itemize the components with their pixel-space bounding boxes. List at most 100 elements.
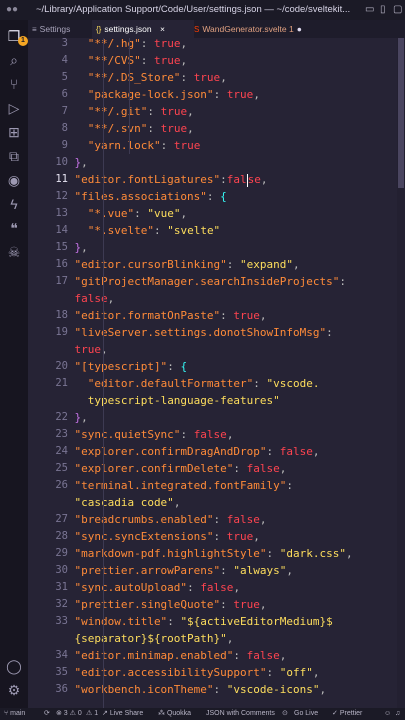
setting-value: true: [173, 139, 201, 152]
code-line[interactable]: 23 "sync.quietSync": false,: [28, 426, 397, 443]
code-line[interactable]: 12 "files.associations": {: [28, 188, 397, 205]
code-line[interactable]: 10},: [28, 154, 397, 171]
code-line[interactable]: 26 "terminal.integrated.fontFamily":: [28, 477, 397, 494]
code-line[interactable]: false,: [28, 290, 397, 307]
code-line[interactable]: 33 "window.title": "${activeEditorMedium}…: [28, 613, 397, 630]
code-line[interactable]: 20 "[typescript]": {: [28, 358, 397, 375]
explorer-icon[interactable]: ❐ 1: [4, 26, 28, 46]
line-number: 17: [55, 275, 68, 287]
source-control-icon[interactable]: ⑂: [4, 74, 24, 94]
github-icon[interactable]: ◉: [4, 170, 24, 190]
go-live-status[interactable]: Go Live: [294, 708, 318, 720]
punctuation: :: [213, 530, 227, 543]
tab-settings[interactable]: ≡ Settings: [28, 20, 96, 38]
code-line[interactable]: 24 "explorer.confirmDragAndDrop": false,: [28, 443, 397, 460]
close-icon[interactable]: ×: [160, 24, 165, 34]
code-line[interactable]: 3 "**/.hg": true,: [28, 38, 397, 52]
punctuation: ,: [107, 292, 115, 305]
code-line[interactable]: 19 "liveServer.settings.donotShowInfoMsg"…: [28, 324, 397, 341]
quokka-status[interactable]: ⁂ Quokka: [158, 708, 191, 720]
quote-icon[interactable]: ❝: [4, 218, 24, 238]
code-text: "editor.accessibilitySupport": "off",: [74, 664, 319, 681]
branch-status[interactable]: ⑂ main: [4, 708, 25, 720]
vertical-scrollbar[interactable]: [397, 38, 405, 708]
code-line[interactable]: true,: [28, 341, 397, 358]
punctuation: :: [233, 649, 247, 662]
live-share-label: Live Share: [109, 710, 144, 717]
code-line[interactable]: 30 "prettier.arrowParens": "always",: [28, 562, 397, 579]
remote-icon[interactable]: ⧉: [4, 146, 24, 166]
setting-value: "off": [279, 666, 313, 679]
code-line[interactable]: 34 "editor.minimap.enabled": false,: [28, 647, 397, 664]
sync-icon[interactable]: ⟳: [44, 708, 50, 720]
code-line[interactable]: 8 "**/.svn": true,: [28, 120, 397, 137]
punctuation: ,: [259, 513, 267, 526]
code-line[interactable]: 29 "markdown-pdf.highlightStyle": "dark.c…: [28, 545, 397, 562]
punctuation: ,: [286, 564, 294, 577]
code-line[interactable]: 18 "editor.formatOnPaste": true,: [28, 307, 397, 324]
code-line[interactable]: 4 "**/CVS": true,: [28, 52, 397, 69]
setting-value: true: [233, 598, 260, 611]
code-line[interactable]: 22},: [28, 409, 397, 426]
settings-gear-icon[interactable]: ⚙: [4, 680, 24, 700]
code-line[interactable]: 36 "workbench.iconTheme": "vscode-icons",: [28, 681, 397, 698]
ghost-icon[interactable]: ☠: [4, 242, 24, 262]
language-mode[interactable]: JSON with Comments: [206, 708, 275, 720]
code-line[interactable]: 7 "**/.git": true,: [28, 103, 397, 120]
live-share-status[interactable]: ↗ Live Share: [102, 708, 143, 720]
code-line[interactable]: 17 "gitProjectManager.searchInsideProject…: [28, 273, 397, 290]
code-line[interactable]: 21 "editor.defaultFormatter": "vscode.: [28, 375, 397, 392]
setting-value: "expand": [240, 258, 294, 271]
punctuation: :: [213, 683, 227, 696]
code-line[interactable]: typescript-language-features": [28, 392, 397, 409]
tab-wandgenerator[interactable]: S WandGenerator.svelte 1 ●: [190, 20, 334, 38]
code-line[interactable]: 35 "editor.accessibilitySupport": "off",: [28, 664, 397, 681]
line-number: 15: [55, 241, 68, 253]
code-line[interactable]: 5 "**/.DS_Store": true,: [28, 69, 397, 86]
code-line[interactable]: 16 "editor.cursorBlinking": "expand",: [28, 256, 397, 273]
code-line[interactable]: "cascadia code",: [28, 494, 397, 511]
code-line[interactable]: 6 "package-lock.json": true,: [28, 86, 397, 103]
code-line[interactable]: 25 "explorer.confirmDelete": false,: [28, 460, 397, 477]
tab-settings-json[interactable]: {} settings.json ×: [92, 20, 194, 38]
setting-key: "editor.fontLigatures": [74, 173, 221, 186]
extensions-icon[interactable]: ⊞: [4, 122, 24, 142]
window-controls[interactable]: ●●: [6, 0, 18, 20]
notifications-icon[interactable]: ♫: [395, 708, 400, 720]
code-text: "explorer.confirmDelete": false,: [74, 460, 286, 477]
layout-icon[interactable]: ▭: [365, 0, 374, 20]
setting-key: "prettier.arrowParens": [74, 564, 221, 577]
code-line[interactable]: 32 "prettier.singleQuote": true,: [28, 596, 397, 613]
code-line[interactable]: 15},: [28, 239, 397, 256]
prettier-status[interactable]: ✓ Prettier: [332, 708, 362, 720]
code-line[interactable]: 9 "yarn.lock": true: [28, 137, 397, 154]
code-line[interactable]: 11 "editor.fontLigatures":false,: [28, 171, 397, 188]
code-line[interactable]: {separator}${rootPath}",: [28, 630, 397, 647]
code-text: "editor.defaultFormatter": "vscode.: [88, 375, 320, 392]
warnings-status[interactable]: ⚠ 1: [86, 708, 98, 720]
setting-value: {: [220, 190, 227, 203]
account-icon[interactable]: ◯: [4, 656, 24, 676]
code-line[interactable]: 13 "*.vue": "vue",: [28, 205, 397, 222]
search-icon[interactable]: ⌕: [4, 50, 24, 70]
punctuation: :: [180, 428, 194, 441]
tab-label: settings.json: [104, 24, 152, 34]
punctuation: :: [220, 309, 234, 322]
setting-value: "vscode.: [266, 377, 320, 390]
punctuation: :: [153, 224, 168, 237]
code-line[interactable]: 31 "sync.autoUpload": false,: [28, 579, 397, 596]
code-editor[interactable]: 3 "**/.hg": true, 4 "**/CVS": true, 5 "**/.DS…: [28, 38, 397, 708]
scrollbar-thumb[interactable]: [398, 38, 404, 188]
run-debug-icon[interactable]: ▷: [4, 98, 24, 118]
feedback-icon[interactable]: ☺: [384, 708, 391, 720]
code-line[interactable]: 27 "breadcrumbs.enabled": false,: [28, 511, 397, 528]
punctuation: :: [147, 105, 161, 118]
panel-icon[interactable]: ▢: [393, 0, 402, 20]
split-icon[interactable]: ▯: [380, 0, 386, 20]
setting-key: "*.vue": [87, 207, 135, 220]
lightning-icon[interactable]: ϟ: [4, 194, 24, 214]
code-line[interactable]: 28 "sync.syncExtensions": true,: [28, 528, 397, 545]
problems-status[interactable]: ⊗ 3 ⚠ 0: [56, 708, 82, 720]
unsaved-dot-icon: ●: [296, 24, 302, 34]
code-line[interactable]: 14 "*.svelte": "svelte": [28, 222, 397, 239]
